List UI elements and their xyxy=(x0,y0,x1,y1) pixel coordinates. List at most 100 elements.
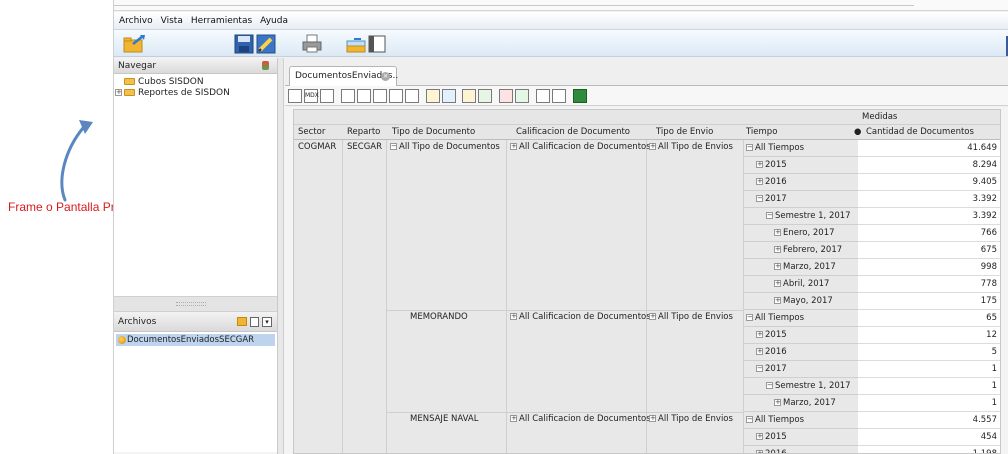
tiempo-cell[interactable]: − All Tiempos xyxy=(744,412,858,429)
collapse-icon[interactable]: − xyxy=(756,365,763,372)
expand-icon[interactable]: + xyxy=(510,415,517,422)
close-tab-icon[interactable]: × xyxy=(381,72,390,81)
header-tipo-documento[interactable]: Tipo de Documento xyxy=(392,125,475,140)
tipo-cell[interactable]: MEMORANDO xyxy=(410,310,468,325)
header-calificacion[interactable]: Calificacion de Documento xyxy=(516,125,630,140)
tipo-cell[interactable]: − All Tipo de Documentos xyxy=(390,140,500,155)
menu-ayuda[interactable]: Ayuda xyxy=(260,16,288,26)
non-empty-icon[interactable] xyxy=(389,89,403,103)
tiempo-cell[interactable]: − All Tiempos xyxy=(744,140,858,157)
tiempo-cell[interactable]: − Semestre 1, 2017 xyxy=(744,208,858,225)
expand-icon[interactable]: + xyxy=(774,263,781,270)
expand-icon[interactable]: + xyxy=(756,433,763,440)
mdx-icon[interactable]: MDX xyxy=(304,89,319,103)
vertical-splitter[interactable] xyxy=(278,58,284,454)
print-preview-icon[interactable] xyxy=(552,89,566,103)
tiempo-cell[interactable]: −2017 xyxy=(744,191,858,208)
drill-position-icon[interactable] xyxy=(442,89,456,103)
header-tiempo[interactable]: Tiempo xyxy=(746,125,777,140)
drill-replace-icon[interactable] xyxy=(462,89,476,103)
tree-item-reportes[interactable]: + Reportes de SISDON xyxy=(114,88,277,99)
dropdown-icon[interactable]: ▾ xyxy=(262,317,272,327)
expand-icon[interactable]: + xyxy=(649,143,656,150)
reparto-cell[interactable]: SECGAR xyxy=(347,140,382,155)
collapse-icon[interactable]: − xyxy=(746,314,753,321)
envio-cell[interactable]: + All Tipo de Envios xyxy=(649,310,733,325)
expand-icon[interactable]: + xyxy=(649,415,656,422)
excel-export-icon[interactable] xyxy=(573,89,587,103)
properties-icon[interactable] xyxy=(373,89,387,103)
header-sector[interactable]: Sector xyxy=(298,125,325,140)
expand-icon[interactable]: + xyxy=(115,89,122,96)
expand-icon[interactable]: + xyxy=(510,313,517,320)
tiempo-cell[interactable]: + Enero, 2017 xyxy=(744,225,858,242)
sort-icon[interactable] xyxy=(320,89,334,103)
open-file-icon[interactable] xyxy=(237,317,247,326)
expand-icon[interactable]: + xyxy=(756,331,763,338)
drill-member-icon[interactable] xyxy=(426,89,440,103)
collapse-icon[interactable]: − xyxy=(746,144,753,151)
expand-icon[interactable]: + xyxy=(756,450,763,453)
expand-icon[interactable]: + xyxy=(774,399,781,406)
drill-through-icon[interactable] xyxy=(478,89,492,103)
tiempo-cell[interactable]: −2017 xyxy=(744,361,858,378)
save-icon[interactable] xyxy=(234,34,254,54)
collapse-icon[interactable]: − xyxy=(756,195,763,202)
horizontal-splitter[interactable] xyxy=(114,296,277,312)
tiempo-cell[interactable]: +2016 xyxy=(744,446,858,453)
header-reparto[interactable]: Reparto xyxy=(347,125,380,140)
tiempo-cell[interactable]: + Abril, 2017 xyxy=(744,276,858,293)
tiempo-cell[interactable]: + Febrero, 2017 xyxy=(744,242,858,259)
expand-icon[interactable]: + xyxy=(756,161,763,168)
pin-icon[interactable] xyxy=(262,61,269,70)
open-folder-icon[interactable] xyxy=(123,34,145,54)
expand-icon[interactable]: + xyxy=(774,229,781,236)
tiempo-cell[interactable]: +2016 xyxy=(744,344,858,361)
envio-cell[interactable]: + All Tipo de Envios xyxy=(649,412,733,427)
collapse-icon[interactable]: − xyxy=(390,143,397,150)
file-item[interactable]: DocumentosEnviadosSECGAR xyxy=(116,334,275,346)
envio-cell[interactable]: + All Tipo de Envios xyxy=(649,140,733,155)
tiempo-cell[interactable]: +2015 xyxy=(744,157,858,174)
tiempo-cell[interactable]: +2016 xyxy=(744,174,858,191)
expand-icon[interactable]: + xyxy=(756,348,763,355)
new-file-icon[interactable] xyxy=(250,317,259,327)
expand-icon[interactable]: + xyxy=(774,280,781,287)
collapse-icon[interactable]: − xyxy=(746,416,753,423)
tree-item-cubos[interactable]: Cubos SISDON xyxy=(114,77,277,88)
menu-herramientas[interactable]: Herramientas xyxy=(191,16,252,26)
header-tipo-envio[interactable]: Tipo de Envio xyxy=(656,125,713,140)
sector-cell[interactable]: COGMAR xyxy=(298,140,336,155)
expand-icon[interactable]: + xyxy=(649,313,656,320)
print-icon[interactable] xyxy=(302,34,322,54)
calificacion-cell[interactable]: + All Calificacion de Documentos xyxy=(510,412,651,427)
chart-icon[interactable] xyxy=(499,89,513,103)
expand-icon[interactable]: + xyxy=(756,178,763,185)
collapse-icon[interactable]: − xyxy=(766,382,773,389)
panel-toggle-icon[interactable] xyxy=(368,34,386,54)
print-setup-icon[interactable] xyxy=(536,89,550,103)
expand-icon[interactable]: + xyxy=(774,297,781,304)
show-parents-icon[interactable] xyxy=(341,89,355,103)
calificacion-cell[interactable]: + All Calificacion de Documentos xyxy=(510,140,651,155)
hide-spans-icon[interactable] xyxy=(357,89,371,103)
cube-navigator-icon[interactable] xyxy=(288,89,302,103)
tiempo-cell[interactable]: − All Tiempos xyxy=(744,310,858,327)
tiempo-cell[interactable]: + Marzo, 2017 xyxy=(744,395,858,412)
tiempo-cell[interactable]: + Marzo, 2017 xyxy=(744,259,858,276)
chart-config-icon[interactable] xyxy=(515,89,529,103)
tiempo-cell[interactable]: +2015 xyxy=(744,327,858,344)
tiempo-cell[interactable]: − Semestre 1, 2017 xyxy=(744,378,858,395)
calificacion-cell[interactable]: + All Calificacion de Documentos xyxy=(510,310,651,325)
tipo-cell[interactable]: MENSAJE NAVAL xyxy=(410,412,478,427)
expand-icon[interactable]: + xyxy=(510,143,517,150)
swap-axes-icon[interactable] xyxy=(405,89,419,103)
tiempo-cell[interactable]: + Mayo, 2017 xyxy=(744,293,858,310)
tiempo-cell[interactable]: +2015 xyxy=(744,429,858,446)
expand-icon[interactable]: + xyxy=(774,246,781,253)
collapse-icon[interactable]: − xyxy=(766,212,773,219)
menu-archivo[interactable]: Archivo xyxy=(119,16,153,26)
menu-vista[interactable]: Vista xyxy=(161,16,183,26)
edit-icon[interactable] xyxy=(256,34,276,54)
export-folder-icon[interactable] xyxy=(346,34,368,54)
